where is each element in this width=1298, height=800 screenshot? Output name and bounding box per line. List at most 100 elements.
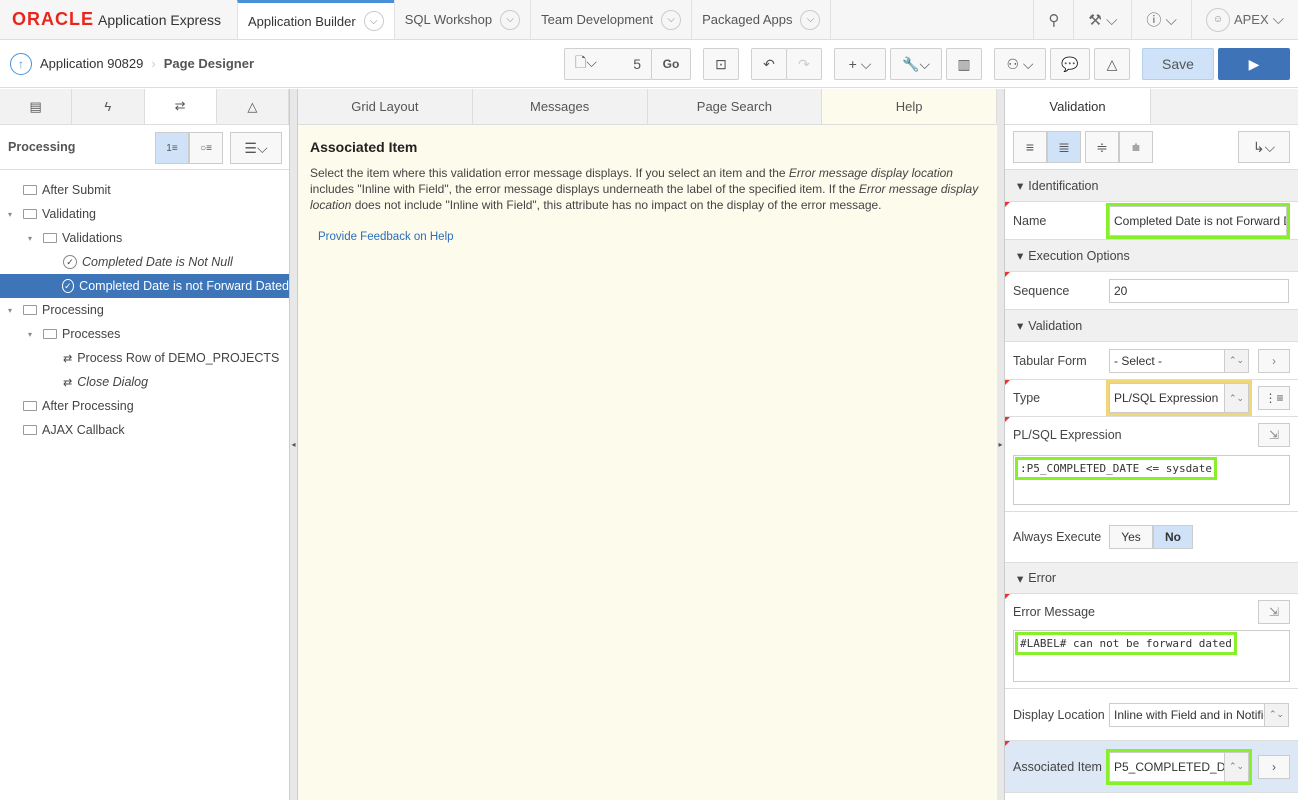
expand-toggle-icon[interactable]: ▾ [8,210,18,219]
tab-sql-workshop[interactable]: SQL Workshop ⌵ [393,0,530,39]
admin-tools-icon[interactable]: ⚒ ⌵ [1073,0,1131,39]
help-icon[interactable]: ⓘ ⌵ [1131,0,1191,39]
tab-shared-components[interactable]: △ [217,89,289,124]
tree-node[interactable]: AJAX Callback [0,418,289,442]
chevron-right-icon[interactable]: › [1258,348,1290,373]
arrow-up-icon[interactable]: ↑ [10,52,32,75]
sequence-label: Sequence [1013,283,1070,298]
tab-packaged-apps[interactable]: Packaged Apps ⌵ [691,0,832,39]
lock-icon[interactable]: ⊡ [703,48,739,80]
expand-toggle-icon[interactable]: ▾ [8,306,18,315]
error-message-label: Error Message [1013,605,1095,619]
section-error[interactable]: ▾ Error [1005,562,1298,594]
page-number-input[interactable]: 🗋⌵ 5 [564,48,652,80]
redo-icon[interactable]: ↷ [786,48,822,80]
no-option[interactable]: No [1153,525,1193,549]
section-execution-options[interactable]: ▾ Execution Options [1005,240,1298,272]
breadcrumb-page-designer: Page Designer [163,56,255,71]
tree-node-label: Process Row of DEMO_PROJECTS [77,351,280,365]
display-location-select[interactable]: Inline with Field and in Notification ⌃⌄ [1109,702,1289,727]
tab-help[interactable]: Help [822,89,997,124]
layout-icon[interactable]: ▥ [946,48,982,80]
tab-page-search[interactable]: Page Search [648,89,823,124]
tree-node[interactable]: ✓ Completed Date is not Forward Dated [0,274,289,298]
tree-node[interactable]: ▾ Processing [0,298,289,322]
save-button[interactable]: Save [1142,48,1214,80]
tree-node[interactable]: ▾ Processes [0,322,289,346]
tab-rendering[interactable]: ▤ [0,89,73,124]
tree-node[interactable]: ⇄ Process Row of DEMO_PROJECTS [0,346,289,370]
create-menu-button[interactable]: + ⌵ [834,48,886,80]
chevron-right-icon[interactable]: › [1258,754,1290,779]
folder-icon [23,209,37,219]
left-splitter[interactable]: ◂ [290,89,298,800]
tree-node[interactable]: ▾ Validations [0,226,289,250]
team-dev-button[interactable]: ⚇ ⌵ [994,48,1046,80]
tree-node[interactable]: ✓ Completed Date is Not Null [0,250,289,274]
expand-toggle-icon[interactable]: ▾ [28,234,38,243]
right-splitter[interactable]: ▸ [997,89,1005,800]
tree-node-label: AJAX Callback [42,423,125,437]
tab-team-development[interactable]: Team Development ⌵ [530,0,691,39]
chevron-down-icon[interactable]: ⌵ [800,9,821,30]
comments-icon[interactable]: 💬 [1050,48,1090,80]
plsql-expression-label: PL/SQL Expression [1013,428,1122,442]
sequence-view-icon[interactable]: 1≡ [155,132,189,164]
type-select[interactable]: PL/SQL Expression ⌃⌄ [1106,380,1252,416]
code-editor-icon[interactable]: ⇲ [1258,600,1290,624]
tab-processing[interactable]: ⇄ [144,89,217,124]
feedback-link[interactable]: Provide Feedback on Help [318,231,977,243]
show-common-icon[interactable]: ≡ [1013,131,1047,163]
tab-dynamic-actions[interactable]: ϟ [72,89,145,124]
tab-validation[interactable]: Validation [1005,89,1151,124]
section-identification[interactable]: ▾ Identification [1005,170,1298,202]
breadcrumb: ↑ Application 90829 › Page Designer [0,52,255,75]
expand-all-icon[interactable]: ⩧ [1119,131,1153,163]
chevron-down-icon[interactable]: ⌵ [500,9,521,30]
property-editor: Validation ≡ ≣ ≑ ⩧ ↳⌵ ▾ Identification N… [1005,89,1298,800]
code-editor-icon[interactable]: ⇲ [1258,423,1290,447]
chevron-down-icon[interactable]: ⌵ [363,11,384,31]
tree-node[interactable]: After Submit [0,178,289,202]
tabular-form-select[interactable]: - Select - ⌃⌄ [1109,348,1249,373]
breadcrumb-application[interactable]: Application 90829 [40,56,143,71]
expand-toggle-icon[interactable]: ▾ [28,330,38,339]
sequence-input[interactable]: 20 [1109,278,1289,303]
shared-components-icon[interactable]: △ [1094,48,1130,80]
error-message-textarea[interactable]: #LABEL# can not be forward dated [1013,630,1290,682]
always-execute-toggle[interactable]: Yes No [1109,525,1193,549]
page-icon: 🗋⌵ [575,54,597,70]
tree-node-label: Validating [42,207,96,221]
tree-node[interactable]: ⇄ Close Dialog [0,370,289,394]
chevron-down-icon[interactable]: ⌵ [661,9,682,30]
show-all-icon[interactable]: ≣ [1047,131,1081,163]
collapse-all-icon[interactable]: ≑ [1085,131,1119,163]
tree-node-label: After Submit [42,183,111,197]
undo-icon[interactable]: ↶ [751,48,787,80]
tree-node[interactable]: ▾ Validating [0,202,289,226]
utilities-wrench-button[interactable]: 🔧⌵ [890,48,942,80]
search-icon[interactable]: ⚲ [1033,0,1073,39]
go-button[interactable]: Go [651,48,691,80]
tab-application-builder[interactable]: Application Builder ⌵ [237,0,394,39]
tree-node-label: Close Dialog [77,375,149,389]
name-input[interactable]: Completed Date is not Forward Dated [1106,202,1290,239]
tab-grid-layout[interactable]: Grid Layout [298,89,473,124]
list-icon[interactable]: ⋮≡ [1258,386,1290,410]
validation-check-icon: ✓ [61,279,75,293]
folder-icon [23,401,37,411]
display-location-label: Display Location [1013,707,1105,722]
tab-messages[interactable]: Messages [473,89,648,124]
component-view-icon[interactable]: ○≡ [189,132,223,164]
section-validation[interactable]: ▾ Validation [1005,310,1298,342]
view-menu-button[interactable]: ☰⌵ [230,132,282,164]
user-menu[interactable]: ☺ APEX ⌵ [1190,0,1298,39]
oracle-apex-logo[interactable]: ORACLE Application Express [0,0,237,39]
tree-node[interactable]: After Processing [0,394,289,418]
associated-item-select[interactable]: P5_COMPLETED_DATE ⌃⌄ [1106,748,1252,785]
plsql-expression-textarea[interactable]: :P5_COMPLETED_DATE <= sysdate [1013,455,1290,505]
go-to-group-button[interactable]: ↳⌵ [1238,131,1290,163]
folder-icon [43,329,57,339]
run-page-button[interactable]: ▶ [1218,48,1290,80]
yes-option[interactable]: Yes [1109,525,1153,549]
